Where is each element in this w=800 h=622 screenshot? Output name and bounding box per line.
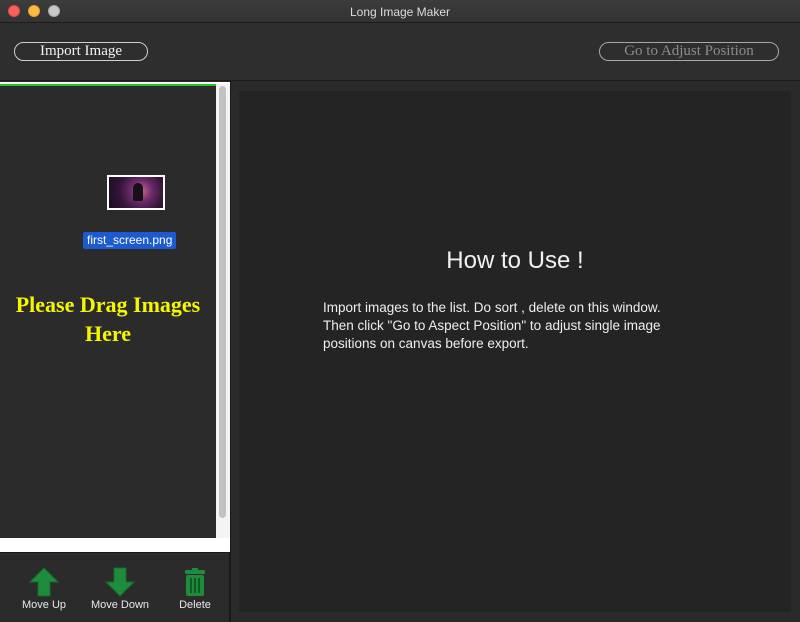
move-down-button[interactable]: Move Down (85, 567, 155, 611)
image-filename-label[interactable]: first_screen.png (83, 232, 177, 249)
thumbnail-preview (109, 177, 163, 208)
list-action-bar: Move Up Move Down Delete (0, 552, 230, 622)
toolbar: Import Image Go to Adjust Position (0, 23, 800, 81)
how-to-use-instructions: Import images to the list. Do sort , del… (323, 300, 661, 351)
title-bar: Long Image Maker (0, 0, 800, 23)
drag-images-hint: Please Drag Images Here (15, 292, 201, 346)
preview-canvas[interactable]: How to Use ! Import images to the list. … (239, 91, 791, 612)
go-to-adjust-position-button[interactable]: Go to Adjust Position (599, 42, 779, 61)
move-up-button[interactable]: Move Up (9, 567, 79, 611)
import-image-button[interactable]: Import Image (14, 42, 148, 61)
list-scrollbar-thumb[interactable] (219, 86, 226, 518)
arrow-up-icon (29, 567, 59, 597)
image-thumbnail[interactable] (107, 175, 165, 210)
delete-label: Delete (179, 599, 211, 611)
panel-divider[interactable] (230, 82, 231, 622)
window-title: Long Image Maker (349, 5, 451, 19)
move-down-label: Move Down (90, 599, 150, 611)
arrow-down-icon (105, 567, 135, 597)
delete-button[interactable]: Delete (160, 567, 230, 611)
how-to-use-title: How to Use ! (446, 247, 584, 274)
move-up-label: Move Up (21, 599, 67, 611)
trash-icon (185, 568, 205, 596)
